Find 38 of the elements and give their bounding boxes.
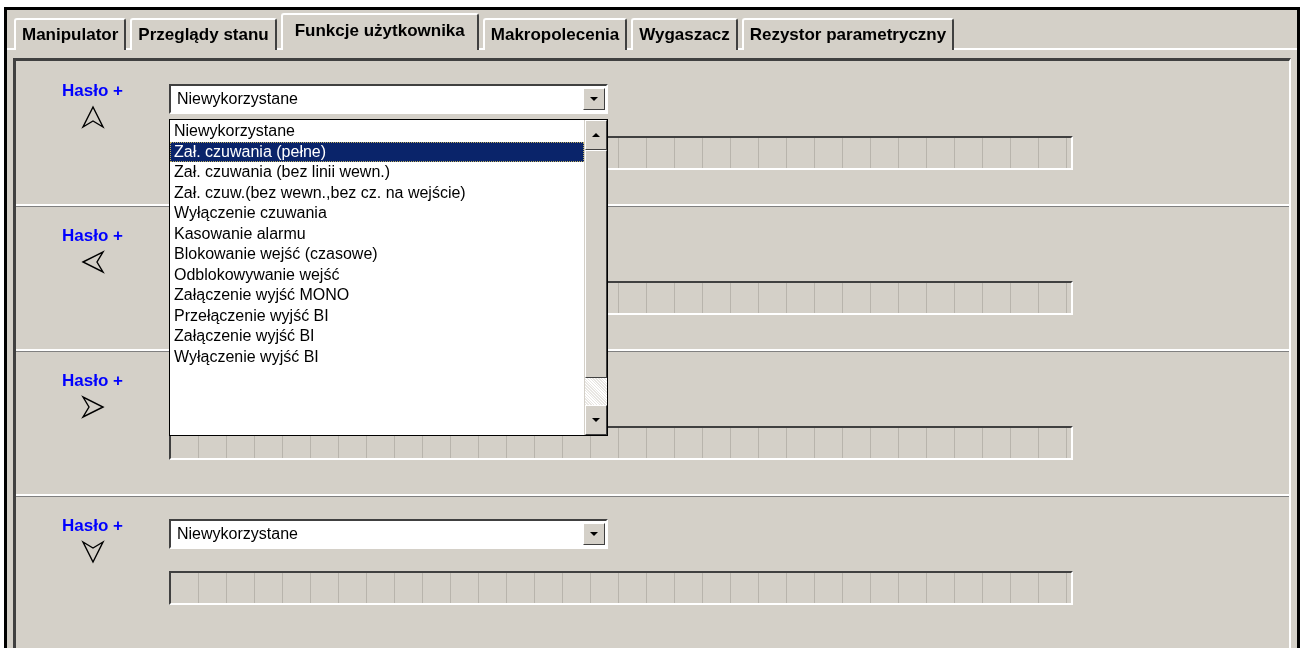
tab[interactable]: Makropolecenia bbox=[482, 18, 628, 50]
arrow-icon bbox=[80, 395, 105, 419]
dropdown[interactable]: Niewykorzystane bbox=[169, 84, 608, 114]
dropdown-option[interactable]: Wyłączenie wyjść BI bbox=[170, 346, 584, 367]
tab[interactable]: Wygaszacz bbox=[631, 18, 738, 50]
dropdown-option[interactable]: Odblokowywanie wejść bbox=[170, 264, 584, 285]
code-field[interactable] bbox=[169, 571, 1073, 605]
dropdown-option[interactable]: Załączenie wyjść BI bbox=[170, 326, 584, 347]
dropdown-option[interactable]: Niewykorzystane bbox=[170, 121, 584, 142]
tab[interactable]: Funkcje użytkownika bbox=[280, 13, 479, 50]
dropdown-option[interactable]: Blokowanie wejść (czasowe) bbox=[170, 244, 584, 265]
dropdown-option[interactable]: Kasowanie alarmu bbox=[170, 223, 584, 244]
tab[interactable]: Rezystor parametryczny bbox=[741, 18, 955, 50]
dropdown-option[interactable]: Wyłączenie czuwania bbox=[170, 203, 584, 224]
dropdown[interactable]: Niewykorzystane bbox=[169, 519, 608, 549]
tab[interactable]: Przeglądy stanu bbox=[130, 18, 277, 50]
scroll-thumb[interactable] bbox=[585, 150, 607, 378]
password-label: Hasło + bbox=[62, 371, 123, 391]
scroll-up-button[interactable] bbox=[585, 120, 607, 150]
scroll-down-button[interactable] bbox=[585, 405, 607, 435]
dropdown-button[interactable] bbox=[583, 523, 605, 545]
caret-icon bbox=[590, 97, 598, 101]
dropdown-option[interactable]: Przełączenie wyjść BI bbox=[170, 305, 584, 326]
dropdown-button[interactable] bbox=[583, 88, 605, 110]
dropdown-option[interactable]: Zał. czuw.(bez wewn.,bez cz. na wejście) bbox=[170, 182, 584, 203]
caret-icon bbox=[590, 532, 598, 536]
arrow-icon bbox=[80, 250, 105, 274]
tab[interactable]: Manipulator bbox=[14, 18, 127, 50]
dropdown-option[interactable]: Zał. czuwania (bez linii wewn.) bbox=[170, 162, 584, 183]
password-label: Hasło + bbox=[62, 226, 123, 246]
arrow-icon bbox=[80, 105, 105, 129]
dropdown-option[interactable]: Załączenie wyjść MONO bbox=[170, 285, 584, 306]
password-label: Hasło + bbox=[62, 516, 123, 536]
caret-icon bbox=[592, 418, 600, 422]
scrollbar[interactable] bbox=[584, 120, 607, 435]
dropdown-option[interactable]: Zał. czuwania (pełne) bbox=[170, 141, 584, 162]
password-label: Hasło + bbox=[62, 81, 123, 101]
arrow-icon bbox=[80, 540, 105, 564]
